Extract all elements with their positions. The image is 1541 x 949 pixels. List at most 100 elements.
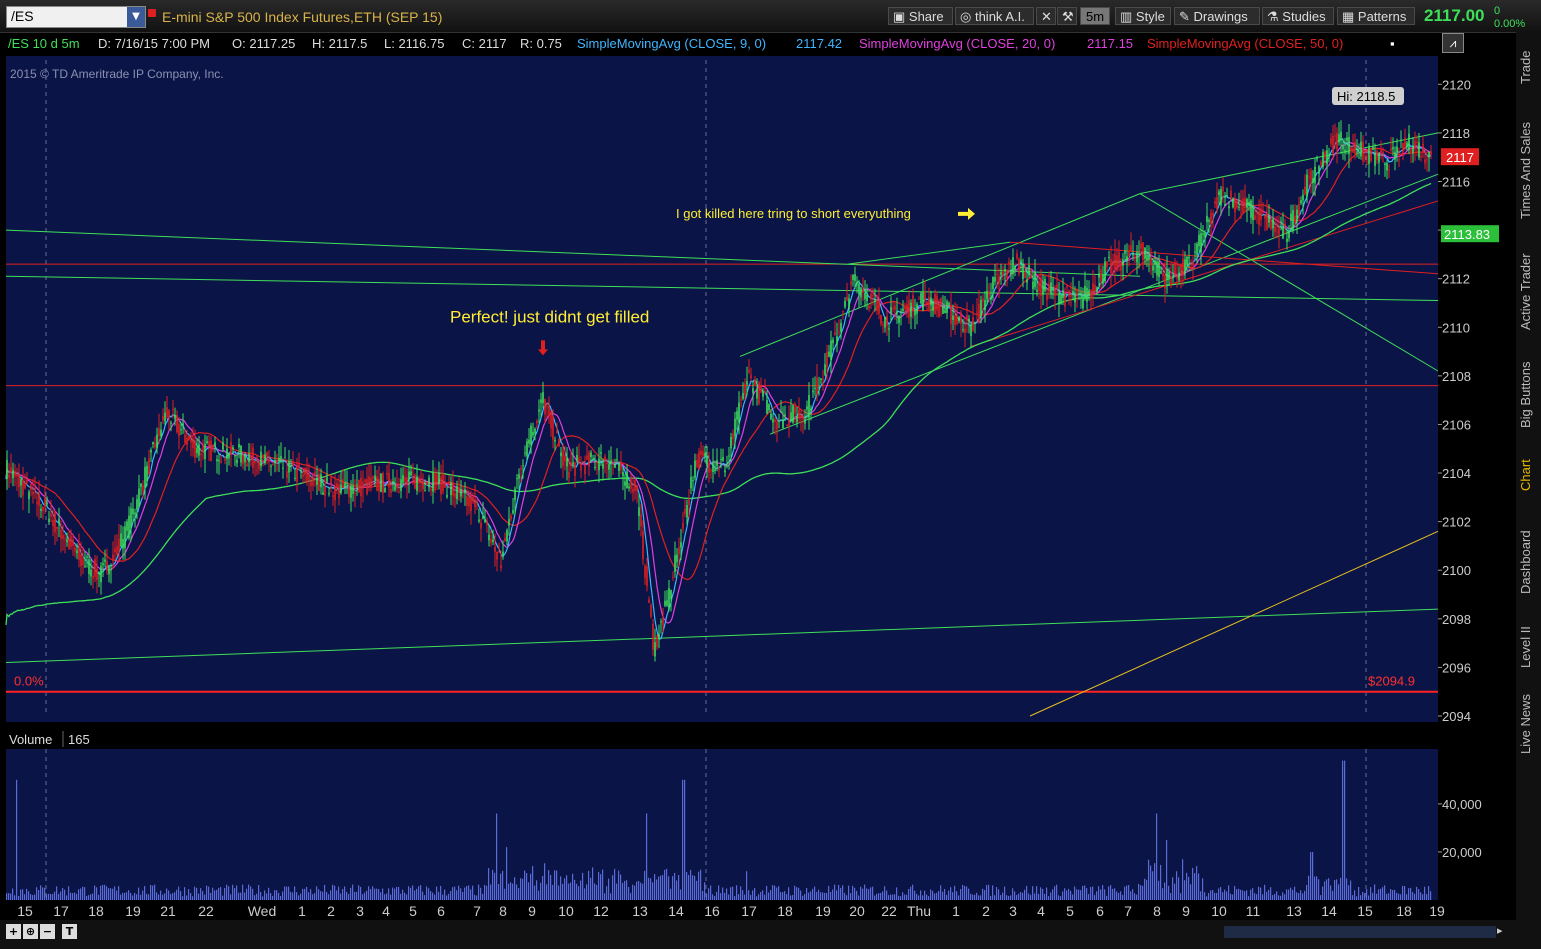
volume-bar <box>724 892 726 900</box>
candle-body <box>1374 152 1376 166</box>
scroll-right-icon[interactable]: ▸ <box>1497 924 1503 937</box>
volume-bar <box>796 887 798 900</box>
candle-body <box>1028 264 1030 276</box>
candle-body <box>996 274 998 276</box>
chart-settings-icon[interactable]: ⩘ <box>1442 33 1464 53</box>
alert-icon <box>148 9 156 17</box>
volume-bar <box>822 892 824 900</box>
crosshair-tool-button[interactable]: ✕ <box>1036 7 1056 25</box>
symbol-input[interactable]: /ES ▼ <box>6 6 146 28</box>
zoom-in-icon[interactable]: + <box>6 924 21 939</box>
volume-bar <box>1194 873 1196 900</box>
volume-bar <box>636 881 638 900</box>
volume-bar <box>786 893 788 900</box>
volume-bar <box>1356 896 1358 900</box>
volume-bar <box>924 890 926 900</box>
volume-bar <box>1328 878 1330 900</box>
candle-body <box>862 289 864 293</box>
candle-body <box>128 515 130 539</box>
volume-bar <box>954 885 956 900</box>
volume-bar <box>280 895 282 900</box>
interval-button[interactable]: 5m <box>1080 7 1110 25</box>
volume-bar <box>194 886 196 900</box>
zoom-out-icon[interactable]: − <box>40 924 55 939</box>
candle-body <box>738 402 740 423</box>
volume-bar <box>244 892 246 900</box>
candle-body <box>1006 270 1008 279</box>
volume-bar <box>880 892 882 900</box>
volume-bar <box>28 891 30 900</box>
candle-body <box>124 526 126 548</box>
drawings-button[interactable]: ✎ Drawings <box>1174 7 1260 25</box>
volume-bar <box>292 892 294 900</box>
aggregation-label[interactable]: /ES 10 d 5m <box>8 36 80 51</box>
volume-bar <box>832 889 834 900</box>
candle-body <box>868 305 870 309</box>
tab-level-ii[interactable]: Level II <box>1518 620 1539 674</box>
candle-body <box>526 441 528 457</box>
volume-bar <box>330 890 332 900</box>
tab-dashboard[interactable]: Dashboard <box>1518 522 1539 602</box>
candle-body <box>734 418 736 437</box>
volume-bar <box>638 880 640 900</box>
candle-body <box>236 459 238 464</box>
volume-bar <box>610 893 612 900</box>
candle-body <box>798 409 800 419</box>
sma9-label[interactable]: SimpleMovingAvg (CLOSE, 9, 0) <box>577 36 766 51</box>
style-button[interactable]: ▥ Style <box>1115 7 1171 25</box>
candle-body <box>1066 285 1068 288</box>
candle-body <box>622 472 624 477</box>
tab-trade[interactable]: Trade <box>1518 40 1539 94</box>
candle-body <box>1430 151 1432 155</box>
y-tick-label: 2100 <box>1442 563 1471 578</box>
patterns-button[interactable]: ▦ Patterns <box>1337 7 1415 25</box>
x-tick-label: 19 <box>125 903 141 919</box>
symbol-dropdown-icon[interactable]: ▼ <box>127 7 145 27</box>
volume-bar <box>1018 893 1020 900</box>
candle-body <box>268 459 270 462</box>
volume-bar <box>368 886 370 900</box>
volume-bar <box>1384 885 1386 900</box>
text-tool-icon[interactable]: T <box>62 924 77 939</box>
tab-big-buttons[interactable]: Big Buttons <box>1518 354 1539 436</box>
volume-bar <box>1400 894 1402 900</box>
time-scrollbar[interactable] <box>1224 926 1496 938</box>
volume-bar <box>624 880 626 900</box>
chart-area[interactable]: 2094209620982100210221042106210821102112… <box>0 54 1516 920</box>
volume-bar <box>356 891 358 900</box>
candle-body <box>1104 261 1106 282</box>
tab-active-trader[interactable]: Active Trader <box>1518 244 1539 340</box>
candle-body <box>94 559 96 577</box>
candle-body <box>954 315 956 326</box>
volume-bar <box>364 892 366 900</box>
tab-chart[interactable]: Chart <box>1518 452 1539 498</box>
zoom-fit-icon[interactable]: ⊕ <box>23 924 38 939</box>
candle-body <box>1338 134 1340 143</box>
candle-body <box>510 515 512 520</box>
candle-body <box>1418 142 1420 158</box>
sma20-label[interactable]: SimpleMovingAvg (CLOSE, 20, 0) <box>859 36 1055 51</box>
studies-button[interactable]: ⚗ Studies <box>1262 7 1334 25</box>
tab-times-and-sales[interactable]: Times And Sales <box>1518 112 1539 228</box>
volume-bar <box>1134 893 1136 900</box>
volume-bar <box>1116 891 1118 900</box>
volume-bar <box>618 870 620 900</box>
candle-body <box>494 546 496 553</box>
volume-bar <box>956 891 958 900</box>
candle-body <box>638 507 640 517</box>
volume-bar <box>1052 889 1054 900</box>
volume-bar <box>532 865 534 900</box>
sma50-label[interactable]: SimpleMovingAvg (CLOSE, 50, 0) <box>1147 36 1343 51</box>
settings-button[interactable]: ⚒ <box>1057 7 1077 25</box>
candle-body <box>136 498 138 510</box>
candle-body <box>916 304 918 314</box>
volume-bar <box>12 888 14 900</box>
candle-body <box>1236 200 1238 208</box>
tab-live-news[interactable]: Live News <box>1518 684 1539 764</box>
share-button[interactable]: ▣ Share <box>888 7 953 25</box>
think-ai-button[interactable]: ◎ think A.I. <box>955 7 1034 25</box>
more-studies-icon[interactable]: ▪ <box>1390 36 1395 51</box>
candle-body <box>1316 157 1318 160</box>
volume-bar <box>1068 888 1070 900</box>
candle-body <box>1190 266 1192 270</box>
